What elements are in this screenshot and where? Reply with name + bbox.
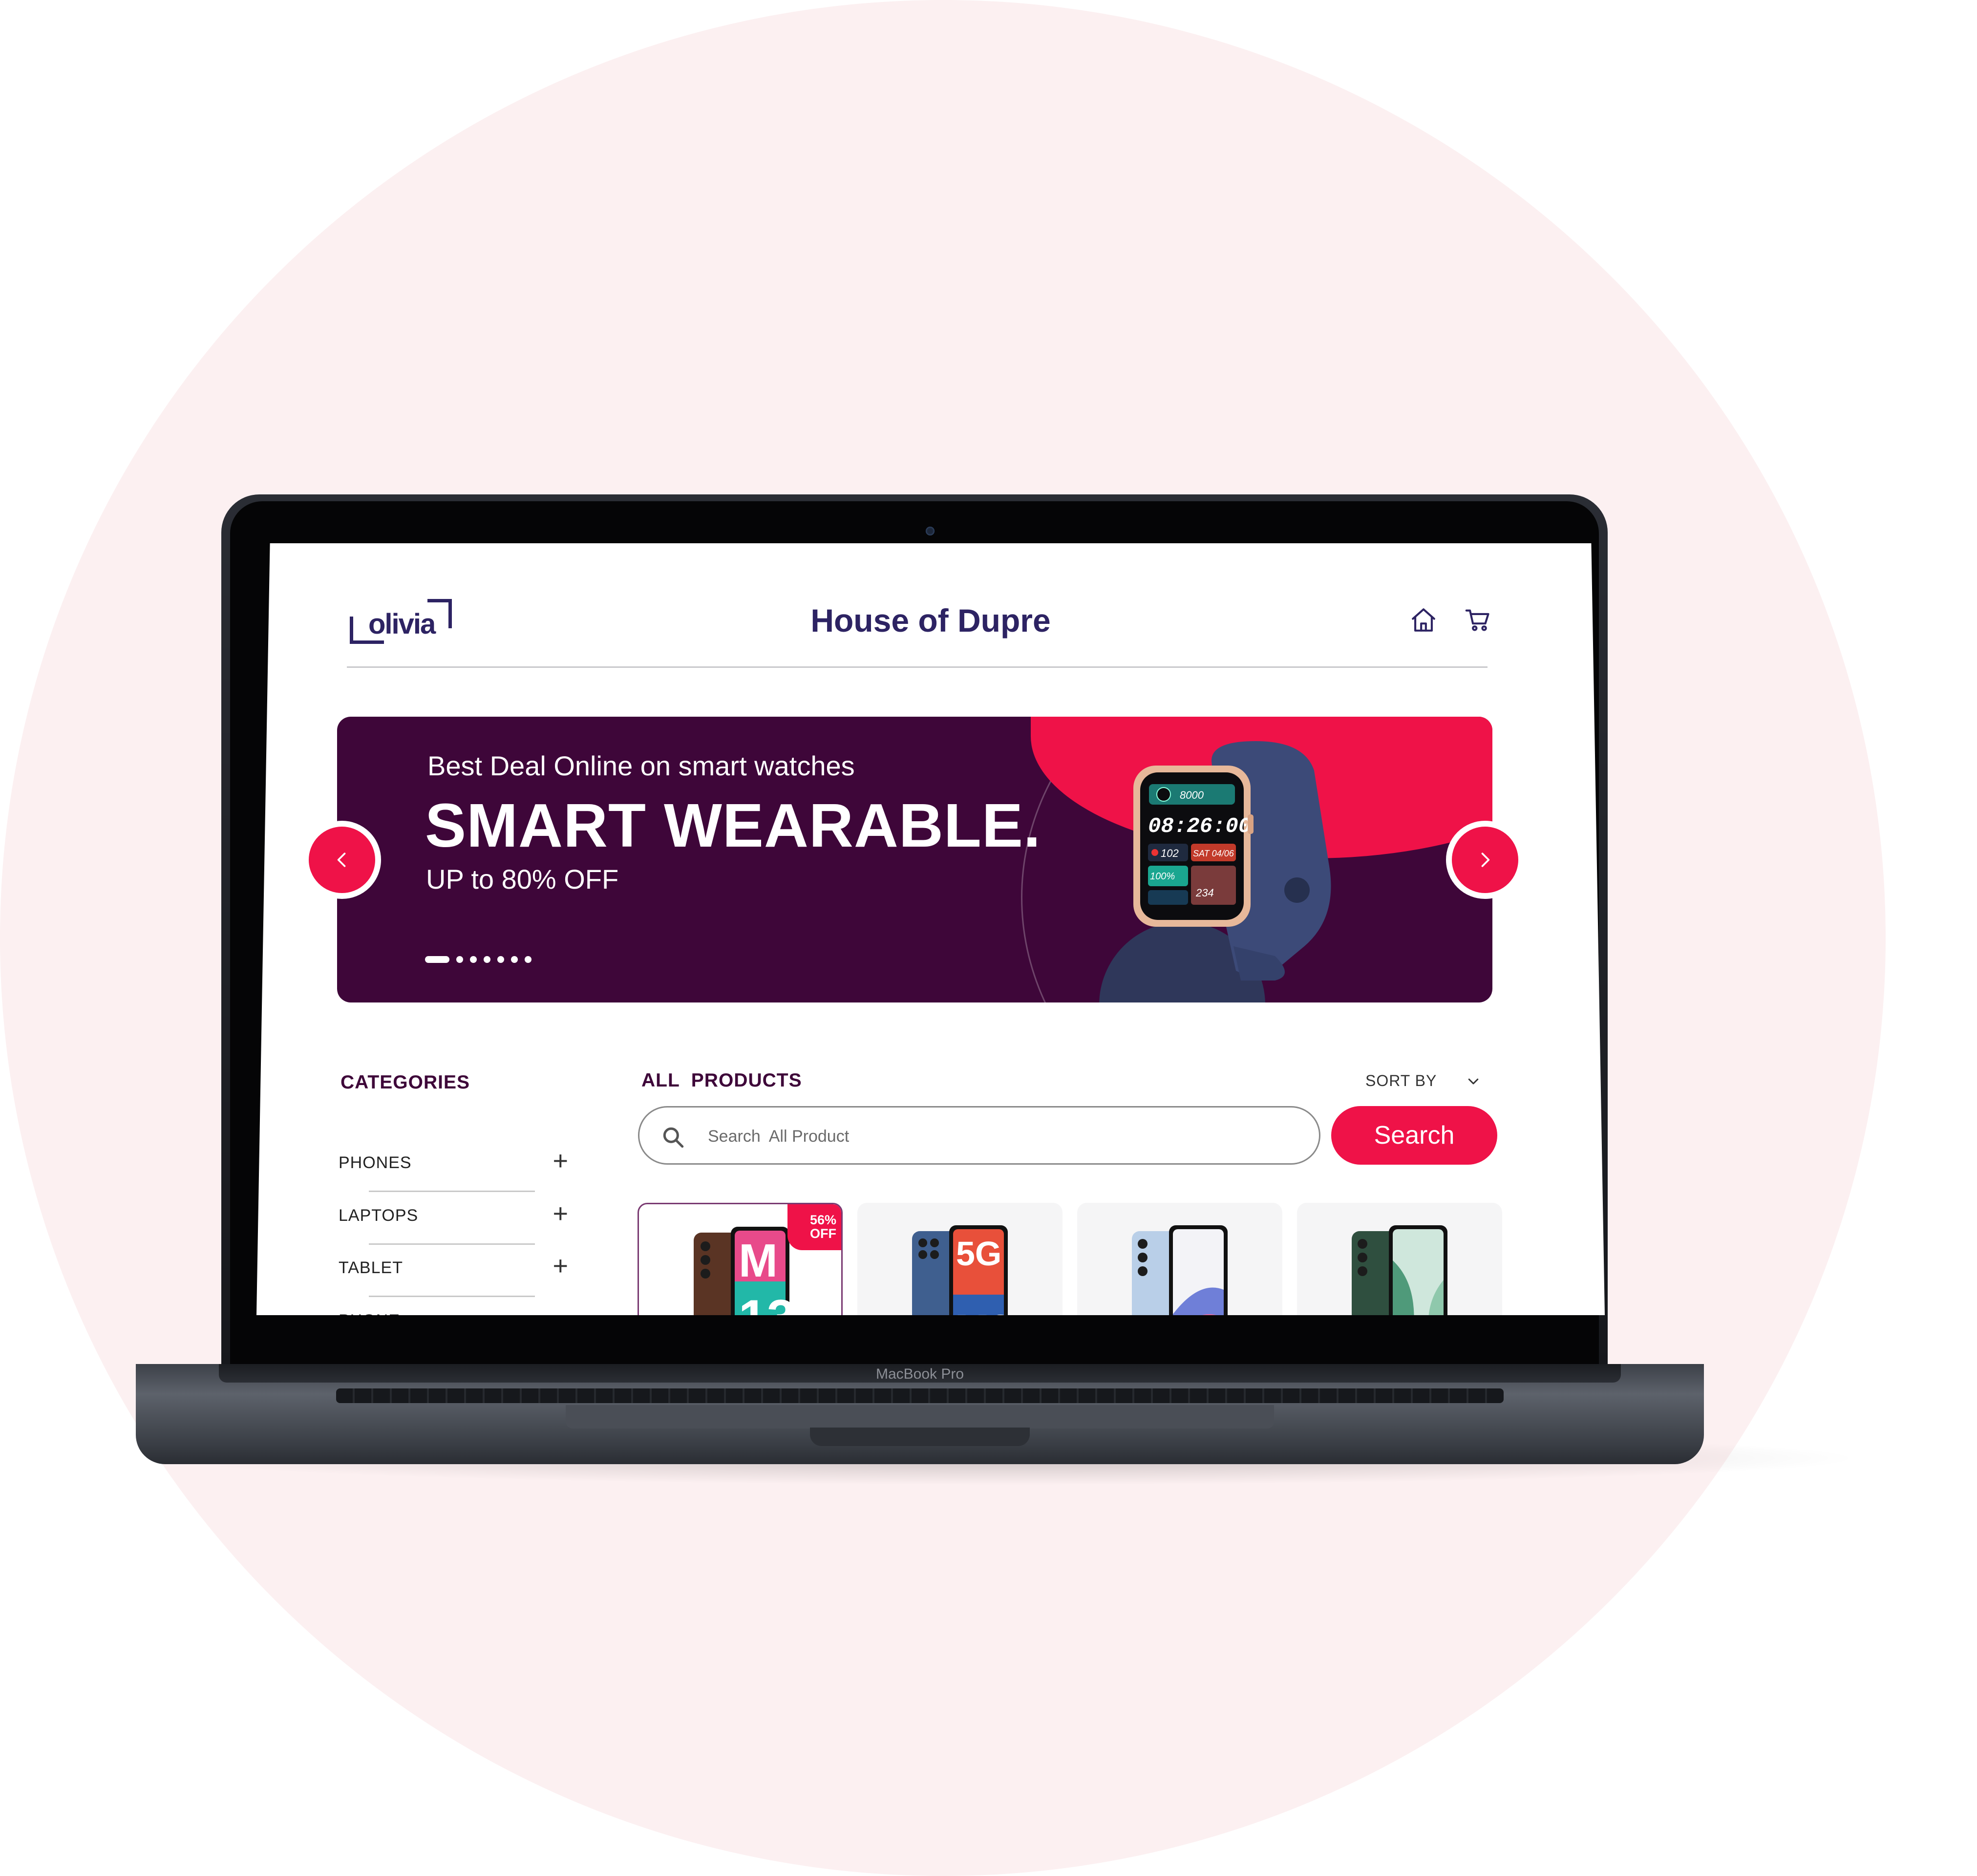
category-label: PHONE [339,1311,400,1315]
smartwatch-image: 8000 08:26:00 102 SAT 04/06 100% 234 [1133,741,1331,981]
categories-title: CATEGORIES [340,1072,470,1093]
plus-icon[interactable]: + [553,1148,568,1174]
carousel-dot-4[interactable] [484,956,490,963]
phone-image: 5G M33 [912,1225,1014,1315]
products-title: ALL PRODUCTS [641,1070,802,1091]
watch-battery: 100% [1150,871,1175,882]
device-label: MacBook Pro [875,1366,964,1382]
promo-banner[interactable]: Best Deal Online on smart watches SMART … [337,717,1492,1002]
category-label: LAPTOPS [339,1206,419,1225]
product-card-4[interactable] [1297,1203,1502,1315]
banner-title: SMART WEARABLE. [425,791,1041,860]
carousel-dot-6[interactable] [511,956,518,963]
chevron-right-icon [1481,853,1490,867]
cart-icon[interactable] [1464,606,1492,634]
svg-text:5G: 5G [956,1235,1001,1273]
category-item-laptops[interactable]: LAPTOPS + [339,1194,568,1248]
discount-badge: 56% OFF [787,1204,841,1250]
category-divider [369,1191,535,1192]
laptop-base: MacBook Pro [136,1364,1704,1464]
carousel-prev-button[interactable] [303,821,381,899]
watch-time: 08:26:00 [1148,814,1251,839]
plus-icon[interactable]: + [553,1200,568,1227]
laptop-hinge: MacBook Pro [219,1364,1621,1383]
watch-steps: 8000 [1180,789,1204,801]
carousel-dot-3[interactable] [470,956,477,963]
product-card-1[interactable]: M 13 56% OFF [638,1203,843,1315]
search-box [638,1106,1320,1165]
search-input[interactable] [707,1122,1293,1151]
sort-by-dropdown[interactable]: SORT BY [1365,1072,1481,1090]
watch-calories: 234 [1195,887,1214,899]
banner-subtitle: Best Deal Online on smart watches [427,750,855,781]
category-item-phone[interactable]: PHONE [339,1300,568,1315]
keyboard [336,1388,1504,1403]
sort-by-label: SORT BY [1365,1072,1437,1089]
chevron-down-icon [1468,1078,1479,1084]
category-item-tablet[interactable]: TABLET + [339,1247,568,1300]
carousel-next-button[interactable] [1446,821,1524,899]
phone-image [1132,1225,1228,1315]
product-card-2[interactable]: 5G M33 [857,1203,1063,1315]
category-label: TABLET [339,1258,403,1277]
carousel-dot-1[interactable] [425,956,449,963]
watch-heart-rate: 102 [1161,847,1179,859]
search-icon [663,1127,684,1148]
banner-offer: UP to 80% OFF [426,864,619,895]
lid-notch [810,1428,1030,1446]
page-title: House of Dupre [810,602,1051,639]
svg-text:13: 13 [739,1290,795,1315]
carousel-dot-5[interactable] [497,956,504,963]
header-actions [1409,606,1492,634]
category-divider [369,1296,535,1297]
category-label: PHONES [339,1153,412,1172]
carousel-dot-2[interactable] [456,956,463,963]
phone-image: M 13 [694,1227,795,1315]
chevron-left-icon [337,853,346,867]
carousel-dots [425,956,531,963]
product-card-3[interactable] [1077,1203,1282,1315]
header-divider [347,666,1488,668]
category-item-phones[interactable]: PHONES + [339,1142,568,1195]
phone-image [1352,1225,1447,1315]
screen: olivia House of Dupre Best Deal Online o… [256,543,1605,1315]
stage: MacBook Pro olivia House of Dupre Best D… [0,0,1977,1876]
home-icon[interactable] [1409,606,1438,634]
svg-text:M: M [739,1235,778,1287]
carousel-dot-7[interactable] [525,956,531,963]
plus-icon[interactable]: + [553,1253,568,1279]
category-divider [369,1243,535,1245]
watch-date: SAT 04/06 [1193,849,1234,858]
camera-icon [926,527,935,535]
search-button[interactable]: Search [1331,1106,1497,1165]
svg-text:M33: M33 [955,1306,1014,1315]
trackpad [566,1405,1274,1428]
